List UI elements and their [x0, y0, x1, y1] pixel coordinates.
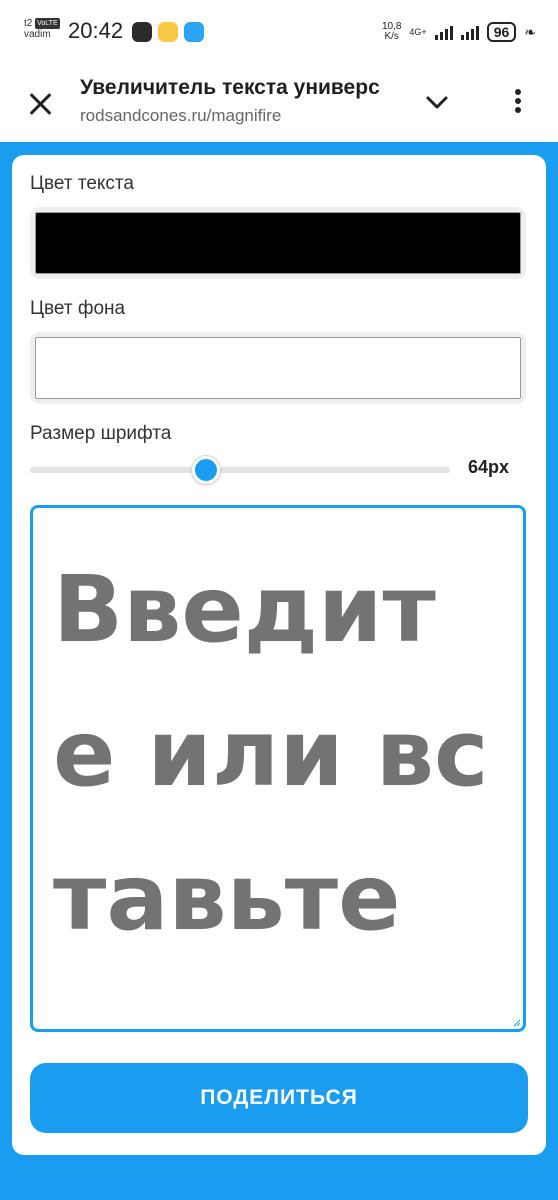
net-speed-unit: K/s: [384, 31, 399, 42]
speedometer-app-icon: [132, 22, 152, 42]
net-speed: 10,8 K/s: [382, 22, 401, 42]
magnifier-card: Цвет текста Цвет фона Размер шрифта 64px…: [12, 155, 546, 1155]
browser-toolbar: Увеличитель текста универс rodsandcones.…: [0, 66, 558, 142]
carrier-name: t2: [24, 18, 33, 30]
bg-color-label: Цвет фона: [30, 298, 126, 319]
bg-color-swatch[interactable]: [35, 337, 521, 399]
more-options-icon[interactable]: [506, 86, 530, 120]
network-type: 4G+: [409, 27, 427, 37]
resize-grip-icon[interactable]: [513, 1019, 521, 1027]
messenger-app-icon: [184, 22, 204, 42]
signal-2-icon: [460, 24, 479, 40]
slider-fill: [30, 467, 207, 473]
text-placeholder: Введите или вставьте: [53, 556, 489, 951]
share-button[interactable]: ПОДЕЛИТЬСЯ: [30, 1063, 528, 1133]
bg-color-picker[interactable]: [30, 332, 526, 404]
user-name: vadim: [24, 29, 51, 41]
font-size-label: Размер шрифта: [30, 423, 172, 444]
text-color-picker[interactable]: [30, 207, 526, 279]
taxi-app-icon: [158, 22, 178, 42]
chevron-down-icon[interactable]: [424, 90, 450, 116]
font-size-slider[interactable]: [30, 456, 450, 484]
text-color-swatch[interactable]: [35, 212, 521, 274]
slider-thumb[interactable]: [192, 456, 221, 484]
text-color-label: Цвет текста: [30, 173, 134, 194]
close-icon[interactable]: [24, 88, 56, 120]
battery-icon: 96: [486, 22, 517, 42]
leaf-icon: ❧: [524, 23, 536, 40]
volte-badge: VoLTE: [35, 18, 60, 29]
page-url: rodsandcones.ru/magnifire: [80, 106, 282, 125]
status-indicators: 10,8 K/s 4G+ 96 ❧: [382, 20, 536, 44]
status-bar: t2 VoLTE vadim 20:42 10,8 K/s 4G+ 96 ❧: [0, 0, 558, 66]
signal-icon: [434, 24, 453, 40]
font-size-value: 64px: [468, 457, 510, 477]
page-title: Увеличитель текста универс: [80, 76, 380, 99]
text-input-area[interactable]: Введите или вставьте: [30, 505, 526, 1032]
carrier-info: t2 VoLTE vadim: [24, 18, 60, 40]
clock: 20:42: [68, 18, 124, 43]
